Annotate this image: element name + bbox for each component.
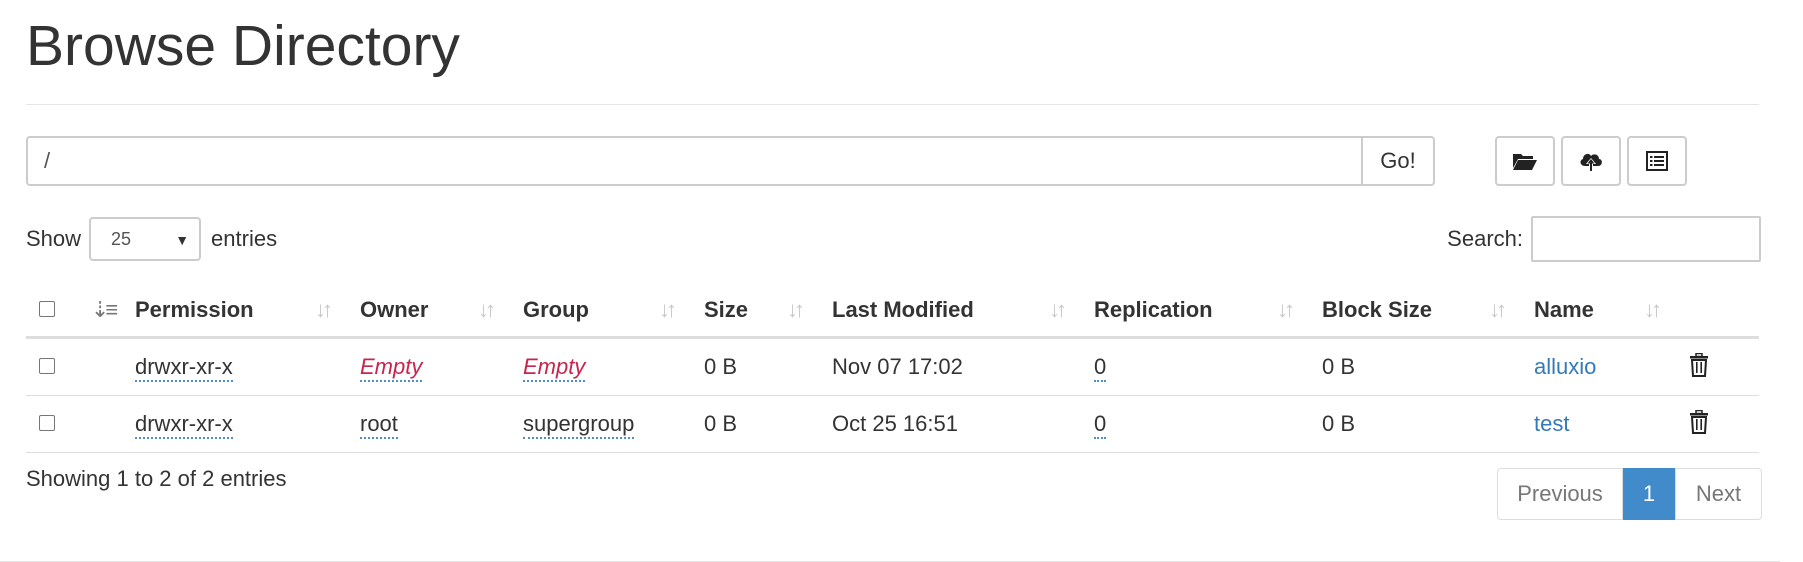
create-directory-button[interactable] bbox=[1495, 136, 1555, 186]
trash-icon bbox=[1690, 352, 1708, 377]
replication-cell[interactable]: 0 bbox=[1094, 354, 1107, 382]
sort-column-header[interactable]: ⇣≡ bbox=[91, 284, 135, 339]
group-cell[interactable]: Empty bbox=[523, 354, 586, 382]
entries-per-page-select[interactable]: 25 ▼ bbox=[89, 217, 202, 261]
upload-files-button[interactable] bbox=[1561, 136, 1621, 186]
sort-icon: ↓↑ bbox=[787, 297, 805, 322]
path-bar: Go! bbox=[26, 136, 1462, 186]
file-table: ⇣≡ Permission ↓↑ Owner ↓↑ Group ↓↑ Size ↓↑ L… bbox=[26, 284, 1759, 453]
actions-header bbox=[1689, 284, 1759, 339]
sort-icon: ↓↑ bbox=[1489, 297, 1507, 322]
folder-open-icon bbox=[1513, 154, 1537, 170]
table-info: Showing 1 to 2 of 2 entries bbox=[26, 466, 287, 491]
last-modified-cell: Nov 07 17:02 bbox=[832, 354, 963, 379]
entries-label: entries bbox=[211, 226, 278, 251]
sort-icon: ↓↑ bbox=[478, 297, 496, 322]
sort-asc-icon: ⇣≡ bbox=[91, 297, 118, 322]
column-header-size[interactable]: Size ↓↑ bbox=[704, 284, 832, 339]
page-1-button[interactable]: 1 bbox=[1623, 468, 1675, 520]
column-header-owner[interactable]: Owner ↓↑ bbox=[360, 284, 523, 339]
owner-cell[interactable]: root bbox=[360, 411, 398, 439]
column-header-group[interactable]: Group ↓↑ bbox=[523, 284, 704, 339]
delete-button[interactable] bbox=[1689, 352, 1709, 383]
select-all-header bbox=[26, 284, 91, 339]
go-button[interactable]: Go! bbox=[1361, 136, 1435, 186]
previous-page-button[interactable]: Previous bbox=[1497, 468, 1623, 520]
row-checkbox[interactable] bbox=[39, 358, 55, 374]
column-header-last-modified[interactable]: Last Modified ↓↑ bbox=[832, 284, 1094, 339]
owner-cell[interactable]: Empty bbox=[360, 354, 423, 382]
block-size-cell: 0 B bbox=[1322, 354, 1356, 379]
dropdown-caret-icon: ▼ bbox=[175, 232, 190, 248]
search-input[interactable] bbox=[1531, 216, 1761, 262]
last-modified-cell: Oct 25 16:51 bbox=[832, 411, 958, 436]
column-header-name[interactable]: Name ↓↑ bbox=[1534, 284, 1689, 339]
sort-icon: ↓↑ bbox=[1049, 297, 1067, 322]
sort-icon: ↓↑ bbox=[1644, 297, 1662, 322]
group-cell[interactable]: supergroup bbox=[523, 411, 635, 439]
next-page-button[interactable]: Next bbox=[1675, 468, 1762, 520]
title-divider bbox=[26, 104, 1759, 105]
name-link[interactable]: alluxio bbox=[1534, 354, 1596, 379]
table-row: drwxr-xr-x root supergroup 0 B Oct 25 16… bbox=[26, 395, 1759, 453]
path-input[interactable] bbox=[26, 136, 1362, 186]
row-checkbox[interactable] bbox=[39, 415, 55, 431]
show-label: Show bbox=[26, 226, 82, 251]
column-header-permission[interactable]: Permission ↓↑ bbox=[135, 284, 360, 339]
table-header-row: ⇣≡ Permission ↓↑ Owner ↓↑ Group ↓↑ Size ↓↑ L… bbox=[26, 284, 1759, 339]
replication-cell[interactable]: 0 bbox=[1094, 411, 1107, 439]
table-search: Search: bbox=[1447, 216, 1761, 262]
select-all-checkbox[interactable] bbox=[39, 301, 55, 317]
entries-length-control: Show 25 ▼ entries bbox=[26, 216, 277, 262]
size-cell: 0 B bbox=[704, 411, 738, 436]
sort-icon: ↓↑ bbox=[1277, 297, 1295, 322]
delete-button[interactable] bbox=[1689, 409, 1709, 440]
permission-cell[interactable]: drwxr-xr-x bbox=[135, 411, 233, 439]
list-alt-icon bbox=[1646, 151, 1668, 171]
block-size-cell: 0 B bbox=[1322, 411, 1356, 436]
cloud-upload-icon bbox=[1580, 153, 1602, 172]
pagination: Previous 1 Next bbox=[1497, 468, 1762, 520]
sort-icon: ↓↑ bbox=[315, 297, 333, 322]
sort-icon: ↓↑ bbox=[659, 297, 677, 322]
search-label: Search: bbox=[1447, 226, 1523, 251]
size-cell: 0 B bbox=[704, 354, 738, 379]
trash-icon bbox=[1690, 409, 1708, 434]
page-title: Browse Directory bbox=[26, 14, 460, 78]
entries-per-page-value: 25 bbox=[111, 228, 132, 249]
column-header-replication[interactable]: Replication ↓↑ bbox=[1094, 284, 1322, 339]
cut-paste-button[interactable] bbox=[1627, 136, 1687, 186]
name-link[interactable]: test bbox=[1534, 411, 1569, 436]
permission-cell[interactable]: drwxr-xr-x bbox=[135, 354, 233, 382]
table-row: drwxr-xr-x Empty Empty 0 B Nov 07 17:02 … bbox=[26, 337, 1759, 396]
column-header-block-size[interactable]: Block Size ↓↑ bbox=[1322, 284, 1534, 339]
